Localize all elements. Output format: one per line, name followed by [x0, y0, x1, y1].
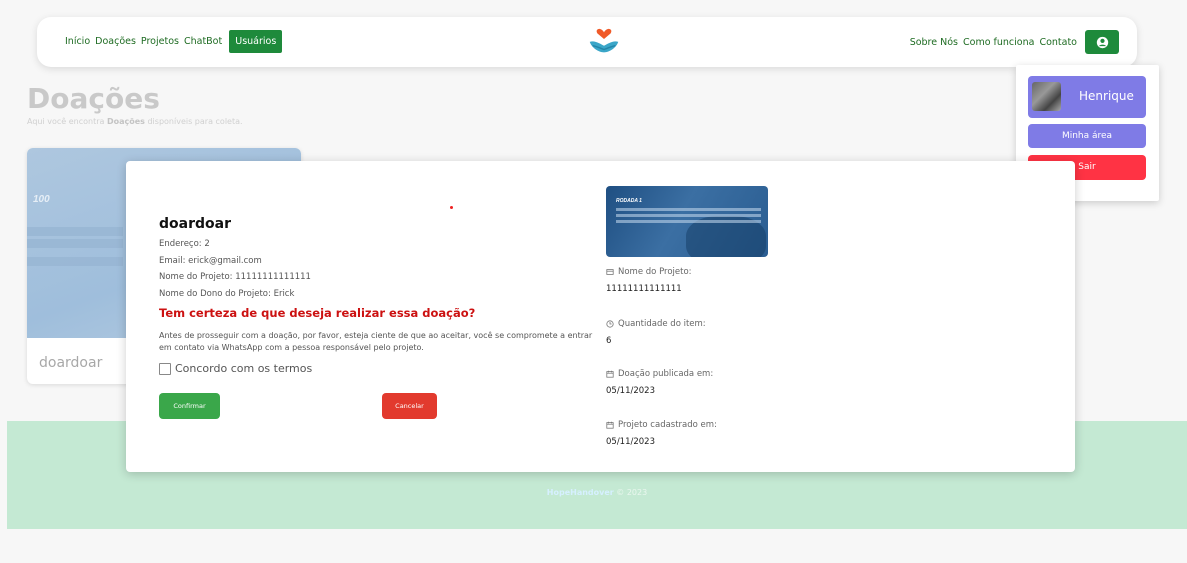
calendar-icon	[606, 421, 614, 429]
nav-link-inicio[interactable]: Início	[65, 36, 90, 47]
my-area-button[interactable]: Minha área	[1028, 124, 1146, 148]
avatar	[1032, 82, 1061, 111]
nav-link-doacoes[interactable]: Doações	[95, 36, 136, 47]
project-image: RODADA 1	[606, 186, 768, 257]
folder-icon	[606, 269, 614, 275]
red-dot	[450, 206, 453, 209]
terms-checkbox[interactable]	[159, 362, 171, 375]
confirm-button[interactable]: Confirmar	[159, 393, 220, 419]
nav-link-chatbot[interactable]: ChatBot	[184, 36, 222, 47]
user-circle-icon	[1096, 36, 1108, 48]
registered-label: Projeto cadastrado em:	[606, 420, 717, 430]
modal-question: Tem certeza de que deseja realizar essa …	[159, 306, 476, 320]
card-image-text: 100	[33, 194, 50, 205]
quantity-value: 6	[606, 336, 612, 346]
nav-link-projetos[interactable]: Projetos	[141, 36, 179, 47]
modal-address: Endereço: 2	[159, 239, 210, 249]
modal-project-name: Nome do Projeto: 11111111111111	[159, 272, 311, 282]
footer-copyright: HopeHandover © 2023	[546, 488, 648, 497]
nav-left-links: Início Doações Projetos ChatBot Usuários	[65, 30, 283, 53]
modal-title: doardoar	[159, 216, 231, 232]
project-name-value: 11111111111111	[606, 284, 682, 294]
navbar: Início Doações Projetos ChatBot Usuários…	[37, 17, 1137, 67]
nav-link-contato[interactable]: Contato	[1039, 37, 1077, 48]
nav-right-links: Sobre Nós Como funciona Contato	[910, 30, 1119, 54]
published-label: Doação publicada em:	[606, 369, 713, 379]
cancel-button[interactable]: Cancelar	[382, 393, 437, 419]
registered-value: 05/11/2023	[606, 437, 655, 447]
donation-confirm-modal: doardoar Endereço: 2 Email: erick@gmail.…	[126, 161, 1075, 472]
project-name-label: Nome do Projeto:	[606, 267, 692, 277]
page-subtitle: Aqui você encontra Doações disponíveis p…	[27, 117, 243, 126]
modal-email: Email: erick@gmail.com	[159, 256, 262, 266]
user-menu-button[interactable]	[1085, 30, 1119, 54]
terms-label: Concordo com os termos	[175, 362, 313, 375]
calendar-icon	[606, 370, 614, 378]
nav-link-como-funciona[interactable]: Como funciona	[963, 37, 1034, 48]
user-name: Henrique	[1079, 89, 1134, 103]
published-value: 05/11/2023	[606, 386, 655, 396]
hands-heart-logo-icon[interactable]	[585, 21, 623, 59]
nav-link-sobre-nos[interactable]: Sobre Nós	[910, 37, 958, 48]
modal-project-owner: Nome do Dono do Projeto: Erick	[159, 289, 295, 299]
quantity-label: Quantidade do item:	[606, 319, 706, 329]
modal-description: Antes de prosseguir com a doação, por fa…	[159, 331, 593, 352]
page-title: Doações	[27, 82, 160, 115]
terms-checkbox-row[interactable]: Concordo com os termos	[159, 362, 312, 375]
project-image-text: RODADA 1	[616, 198, 642, 204]
clock-icon	[606, 320, 614, 328]
donation-card-title: doardoar	[39, 355, 103, 371]
profile-card[interactable]: Henrique	[1028, 76, 1146, 118]
nav-users-button[interactable]: Usuários	[229, 30, 283, 53]
